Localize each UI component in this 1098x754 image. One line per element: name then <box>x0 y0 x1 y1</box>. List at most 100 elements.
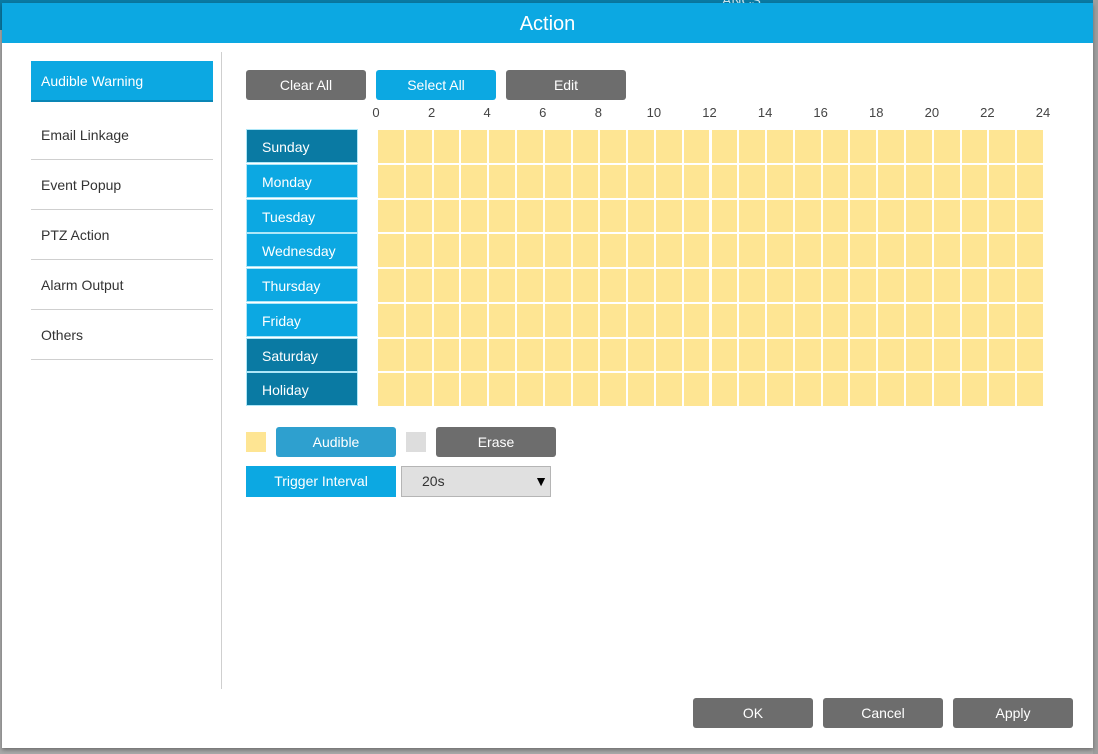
schedule-cell[interactable] <box>405 338 432 372</box>
schedule-cell[interactable] <box>822 303 849 337</box>
select-all-button[interactable]: Select All <box>376 70 496 100</box>
schedule-cell[interactable] <box>433 199 460 233</box>
day-saturday[interactable]: Saturday <box>246 337 358 372</box>
schedule-cell[interactable] <box>850 199 877 233</box>
schedule-cell[interactable] <box>544 199 571 233</box>
trigger-interval-select[interactable]: 20s ▼ <box>401 466 551 497</box>
schedule-cell[interactable] <box>961 199 988 233</box>
schedule-cell[interactable] <box>961 269 988 302</box>
schedule-cell[interactable] <box>572 199 599 233</box>
schedule-cell[interactable] <box>878 234 905 267</box>
schedule-cell[interactable] <box>628 199 654 233</box>
schedule-cell[interactable] <box>794 269 821 302</box>
schedule-cell[interactable] <box>933 130 960 163</box>
schedule-cell[interactable] <box>878 338 905 372</box>
schedule-cell[interactable] <box>711 130 738 163</box>
day-wednesday[interactable]: Wednesday <box>246 233 358 268</box>
schedule-cell[interactable] <box>489 234 515 267</box>
schedule-cell[interactable] <box>600 269 627 302</box>
day-monday[interactable]: Monday <box>246 163 358 198</box>
schedule-cell[interactable] <box>794 234 821 267</box>
schedule-cell[interactable] <box>822 164 849 198</box>
schedule-cell[interactable] <box>461 373 488 406</box>
schedule-cell[interactable] <box>933 373 960 406</box>
schedule-cell[interactable] <box>600 199 627 233</box>
schedule-cell[interactable] <box>461 164 488 198</box>
schedule-cell[interactable] <box>739 269 766 302</box>
schedule-cell[interactable] <box>906 234 932 267</box>
schedule-cell[interactable] <box>961 164 988 198</box>
sidebar-item-email-linkage[interactable]: Email Linkage <box>31 111 213 160</box>
schedule-cell[interactable] <box>461 269 488 302</box>
schedule-cell[interactable] <box>961 338 988 372</box>
schedule-cell[interactable] <box>433 373 460 406</box>
sidebar-item-audible-warning[interactable]: Audible Warning <box>31 61 213 102</box>
schedule-cell[interactable] <box>822 373 849 406</box>
schedule-cell[interactable] <box>405 130 432 163</box>
schedule-cell[interactable] <box>850 269 877 302</box>
schedule-cell[interactable] <box>683 234 710 267</box>
schedule-cell[interactable] <box>711 234 738 267</box>
schedule-cell[interactable] <box>600 164 627 198</box>
schedule-cell[interactable] <box>739 164 766 198</box>
schedule-cell[interactable] <box>767 234 793 267</box>
schedule-cell[interactable] <box>961 130 988 163</box>
sidebar-item-others[interactable]: Others <box>31 311 213 360</box>
schedule-cell[interactable] <box>933 269 960 302</box>
schedule-cell[interactable] <box>433 269 460 302</box>
schedule-cell[interactable] <box>489 269 515 302</box>
schedule-cell[interactable] <box>572 338 599 372</box>
schedule-cell[interactable] <box>378 373 404 406</box>
clear-all-button[interactable]: Clear All <box>246 70 366 100</box>
schedule-cell[interactable] <box>767 130 793 163</box>
schedule-cell[interactable] <box>600 303 627 337</box>
schedule-cell[interactable] <box>739 303 766 337</box>
schedule-cell[interactable] <box>600 234 627 267</box>
schedule-cell[interactable] <box>516 199 543 233</box>
schedule-cell[interactable] <box>655 338 682 372</box>
schedule-cell[interactable] <box>906 164 932 198</box>
schedule-cell[interactable] <box>933 234 960 267</box>
schedule-cell[interactable] <box>683 130 710 163</box>
schedule-cell[interactable] <box>1017 303 1043 337</box>
schedule-cell[interactable] <box>600 373 627 406</box>
schedule-cell[interactable] <box>516 338 543 372</box>
day-tuesday[interactable]: Tuesday <box>246 198 358 233</box>
schedule-cell[interactable] <box>1017 373 1043 406</box>
schedule-cell[interactable] <box>572 303 599 337</box>
schedule-cell[interactable] <box>850 234 877 267</box>
schedule-cell[interactable] <box>767 303 793 337</box>
schedule-cell[interactable] <box>933 338 960 372</box>
schedule-cell[interactable] <box>433 303 460 337</box>
schedule-cell[interactable] <box>516 303 543 337</box>
schedule-cell[interactable] <box>405 234 432 267</box>
schedule-cell[interactable] <box>544 338 571 372</box>
schedule-cell[interactable] <box>572 234 599 267</box>
day-sunday[interactable]: Sunday <box>246 129 358 163</box>
schedule-cell[interactable] <box>739 338 766 372</box>
schedule-cell[interactable] <box>655 269 682 302</box>
schedule-cell[interactable] <box>461 338 488 372</box>
edit-button[interactable]: Edit <box>506 70 626 100</box>
schedule-cell[interactable] <box>822 199 849 233</box>
schedule-cell[interactable] <box>711 303 738 337</box>
schedule-cell[interactable] <box>989 234 1016 267</box>
schedule-cell[interactable] <box>961 303 988 337</box>
schedule-cell[interactable] <box>711 164 738 198</box>
schedule-cell[interactable] <box>628 269 654 302</box>
schedule-cell[interactable] <box>989 130 1016 163</box>
schedule-cell[interactable] <box>628 164 654 198</box>
schedule-cell[interactable] <box>655 373 682 406</box>
schedule-cell[interactable] <box>1017 269 1043 302</box>
schedule-cell[interactable] <box>850 130 877 163</box>
sidebar-item-alarm-output[interactable]: Alarm Output <box>31 261 213 310</box>
schedule-cell[interactable] <box>989 338 1016 372</box>
schedule-cell[interactable] <box>1017 338 1043 372</box>
schedule-cell[interactable] <box>628 338 654 372</box>
schedule-cell[interactable] <box>767 199 793 233</box>
schedule-cell[interactable] <box>683 303 710 337</box>
schedule-cell[interactable] <box>516 164 543 198</box>
schedule-cell[interactable] <box>378 234 404 267</box>
schedule-cell[interactable] <box>794 338 821 372</box>
schedule-cell[interactable] <box>878 164 905 198</box>
